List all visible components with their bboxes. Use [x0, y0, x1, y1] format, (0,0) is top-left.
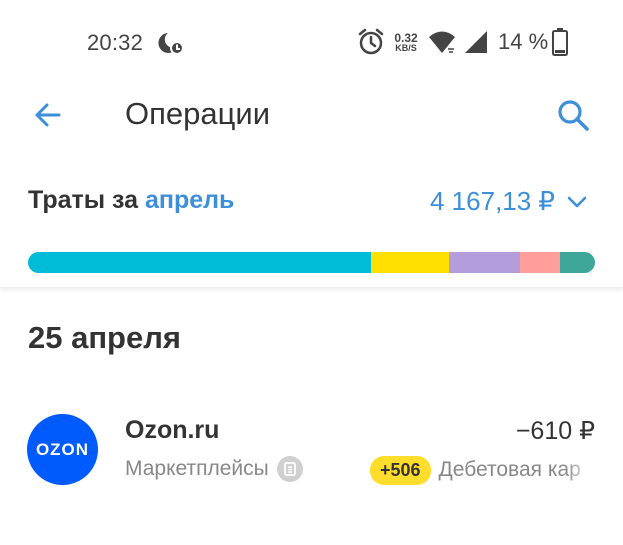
status-indicators: 0.32 KB/S 14 % [356, 26, 569, 58]
wifi-icon [429, 31, 455, 53]
moon-icon [158, 33, 184, 55]
alarm-icon [358, 28, 384, 55]
spending-label-text: Траты за [28, 186, 139, 214]
status-time: 20:32 [87, 30, 144, 55]
spending-segment-1 [28, 252, 372, 273]
spending-summary: Траты за апрель 4 167,13 ₽ [0, 160, 623, 288]
spending-total-amount: 4 167,13 ₽ [430, 186, 555, 216]
merchant-category: Маркетплейсы [125, 456, 303, 482]
transaction-amount: −610 ₽ [515, 417, 595, 445]
transaction-meta: +506 Дебетовая кар [370, 454, 595, 486]
network-speed-unit: KB/S [395, 42, 417, 53]
text-fade [565, 454, 595, 486]
spending-label: Траты за апрель [28, 186, 234, 215]
spending-segment-2 [371, 252, 450, 273]
transaction-row[interactable]: OZON Ozon.ru Маркетплейсы −610 ₽ +506 Де… [0, 400, 623, 500]
month-selector[interactable]: апрель [145, 186, 234, 214]
merchant-name: Ozon.ru [125, 416, 220, 444]
spending-category-bar[interactable] [28, 252, 595, 273]
cashback-badge: +506 [370, 455, 431, 485]
back-button[interactable] [28, 94, 70, 136]
date-header: 25 апреля [28, 320, 182, 355]
merchant-logo-text: OZON [35, 439, 90, 459]
battery-percentage: 14 % [498, 29, 549, 54]
category-icon [276, 456, 303, 482]
back-arrow-icon [35, 103, 61, 127]
account-name: Дебетовая кар [438, 458, 581, 481]
spending-segment-4 [520, 252, 561, 273]
network-speed-value: 0.32 [394, 30, 418, 45]
signal-icon [465, 31, 487, 53]
app-bar: Операции [0, 86, 623, 148]
page-title: Операции [125, 96, 271, 131]
network-speed: 0.32 KB/S [390, 32, 422, 53]
search-button[interactable] [552, 94, 594, 136]
spending-total[interactable]: 4 167,13 ₽ [430, 186, 589, 217]
search-icon [558, 100, 589, 131]
spending-segment-5 [560, 252, 595, 273]
merchant-logo: OZON [27, 414, 98, 485]
battery-icon [552, 28, 569, 56]
status-bar: 20:32 0.32 KB/S 14 % [0, 0, 623, 86]
merchant-category-label: Маркетплейсы [125, 457, 269, 480]
spending-segment-3 [449, 252, 521, 273]
chevron-down-icon [567, 196, 587, 207]
